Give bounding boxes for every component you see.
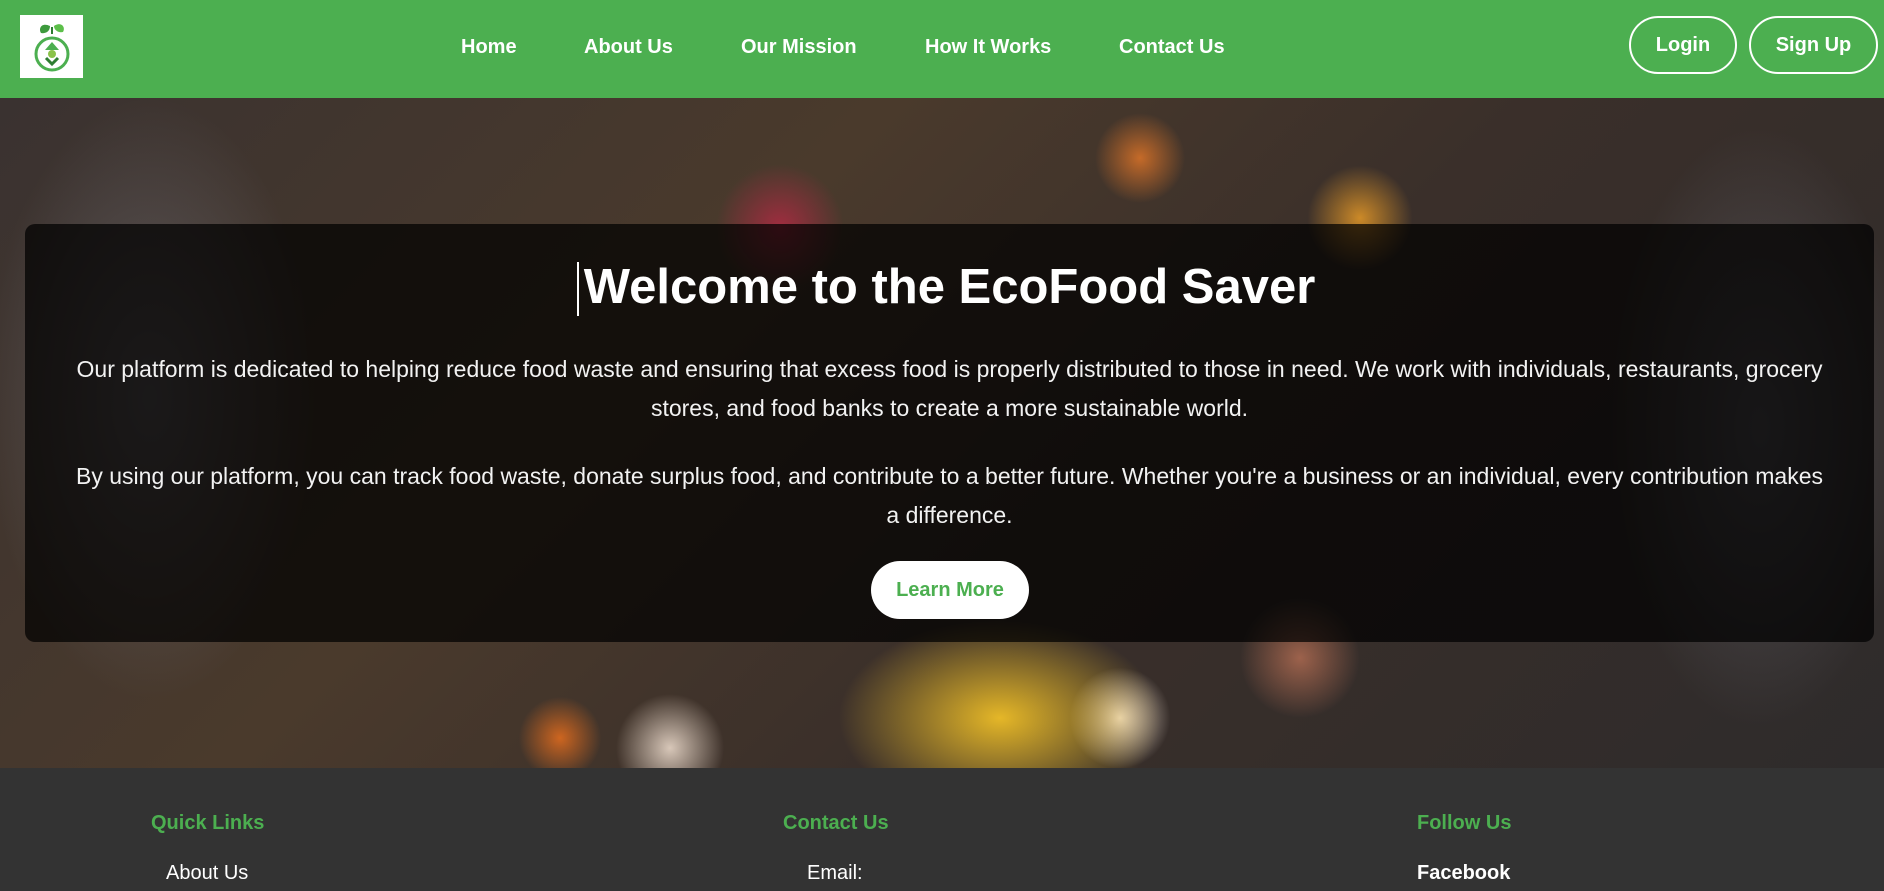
nav-contact-us[interactable]: Contact Us [1119, 36, 1225, 59]
nav-home[interactable]: Home [461, 36, 517, 59]
hero-paragraph-1: Our platform is dedicated to helping red… [76, 356, 1823, 421]
footer-link-about-us[interactable]: About Us [166, 862, 248, 885]
footer-follow-heading: Follow Us [1417, 812, 1512, 834]
nav-about-us[interactable]: About Us [584, 36, 673, 59]
main-nav: Home About Us Our Mission How It Works C… [0, 0, 1884, 98]
hero-paragraph-2: By using our platform, you can track foo… [76, 463, 1823, 528]
footer-email-label: Email: [807, 862, 863, 884]
footer-contact-heading: Contact Us [783, 812, 889, 834]
login-button[interactable]: Login [1629, 16, 1737, 74]
signup-button[interactable]: Sign Up [1749, 16, 1878, 74]
learn-more-button[interactable]: Learn More [871, 561, 1029, 619]
hero-section: Welcome to the EcoFood Saver Our platfor… [0, 98, 1884, 768]
site-footer: Quick Links About Us Contact Us Email: F… [0, 768, 1884, 891]
nav-how-it-works[interactable]: How It Works [925, 36, 1051, 59]
footer-link-facebook[interactable]: Facebook [1417, 862, 1510, 885]
hero-card: Welcome to the EcoFood Saver Our platfor… [25, 224, 1874, 642]
footer-quick-links-heading: Quick Links [151, 812, 265, 834]
nav-our-mission[interactable]: Our Mission [741, 36, 857, 59]
site-header: Home About Us Our Mission How It Works C… [0, 0, 1884, 98]
hero-title: Welcome to the EcoFood Saver [583, 260, 1316, 314]
